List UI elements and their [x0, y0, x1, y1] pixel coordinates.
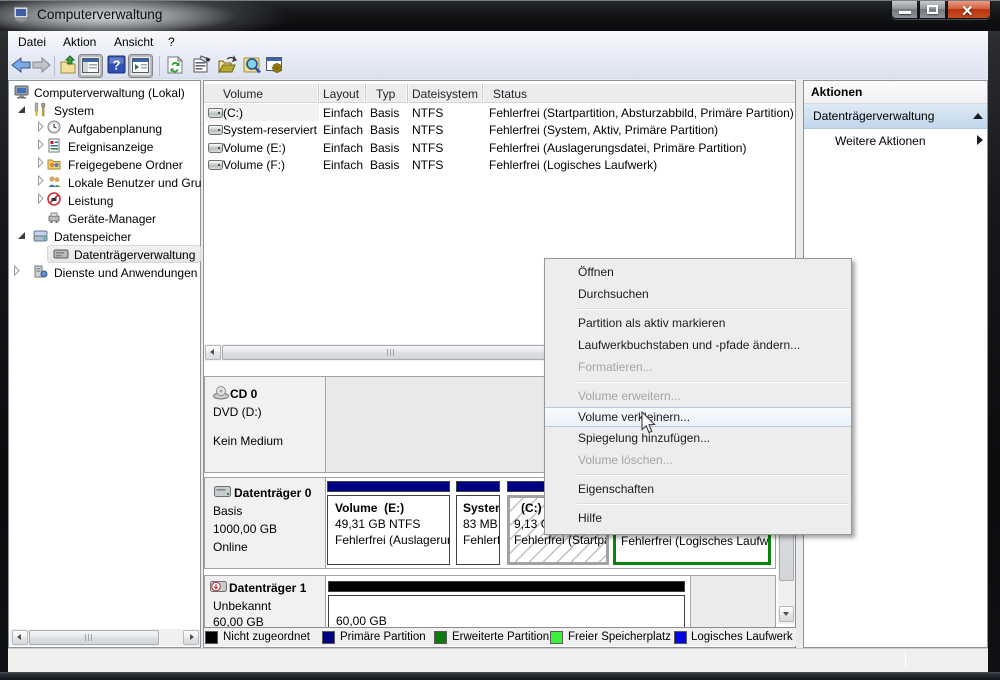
svg-text:?: ? [113, 58, 121, 73]
